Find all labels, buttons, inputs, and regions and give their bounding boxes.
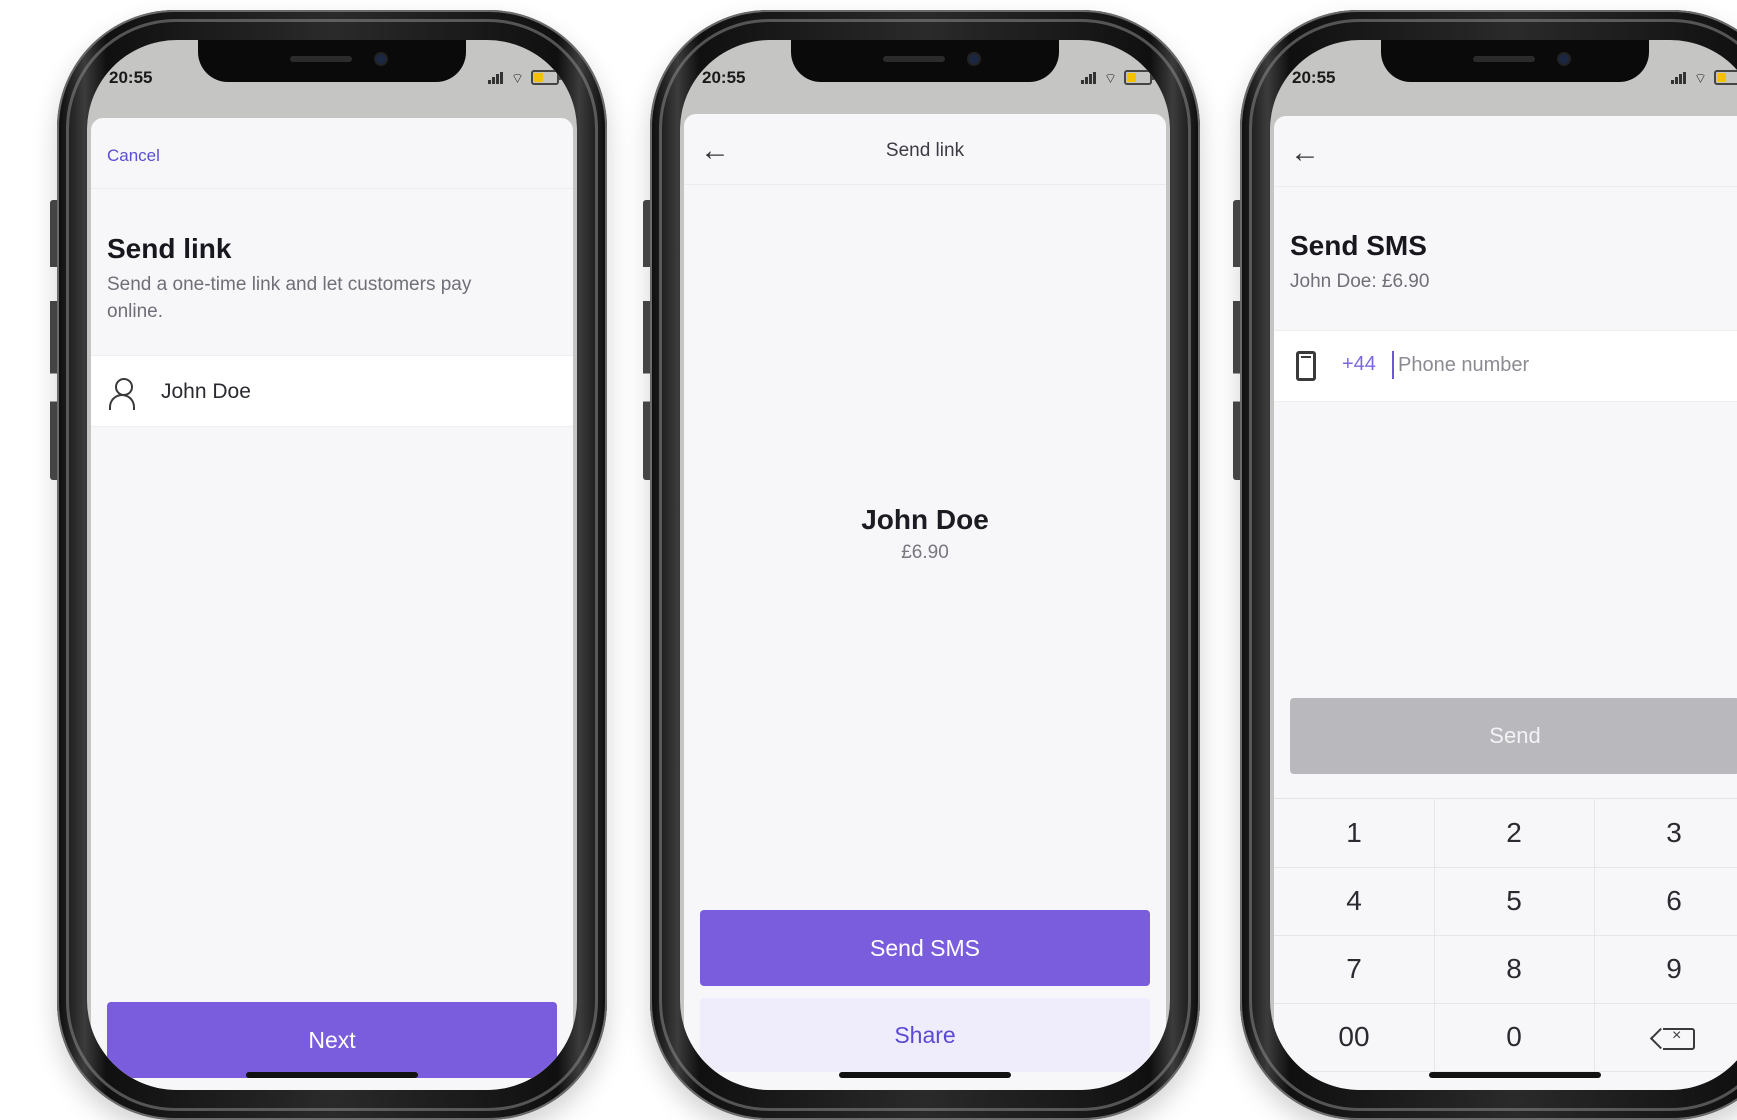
amount: £6.90 (901, 542, 949, 563)
top-bar: ← Send link (684, 114, 1166, 185)
page-title: Send SMS (1290, 230, 1427, 261)
key-1[interactable]: 1 (1274, 799, 1435, 868)
sheet: ← Send link John Doe £6.90 Send SMS Shar… (684, 114, 1166, 1090)
next-button[interactable]: Next (107, 1002, 557, 1078)
customer-name: John Doe (161, 380, 251, 403)
phone-frame-3: 20:55 ⌔ ← Send SMS John Doe: £6.90 +44 S… (1233, 10, 1737, 1120)
backspace-key[interactable]: × (1594, 1003, 1737, 1072)
phone-frame-2: 20:55 ⌔ ← Send link John Doe £6.90 Send … (643, 10, 1200, 1120)
home-indicator (1429, 1072, 1601, 1078)
signal-icon (1080, 71, 1097, 84)
status-icons: ⌔ (487, 69, 562, 86)
notch (198, 40, 466, 82)
key-9[interactable]: 9 (1594, 935, 1737, 1004)
signal-icon (1670, 71, 1687, 84)
customer-name: John Doe (861, 504, 989, 535)
phone-number-row[interactable]: +44 (1274, 330, 1737, 402)
key-00[interactable]: 00 (1274, 1003, 1435, 1072)
phone-number-input[interactable] (1398, 345, 1737, 385)
home-indicator (839, 1072, 1011, 1078)
key-4[interactable]: 4 (1274, 867, 1435, 936)
share-button[interactable]: Share (700, 998, 1150, 1072)
status-time: 20:55 (109, 68, 153, 87)
phone-frame-1: 20:55 ⌔ Cancel Send link Send a one-time… (50, 10, 607, 1120)
top-bar: Cancel (91, 118, 573, 189)
battery-icon (1714, 70, 1737, 85)
nav-title: Send link (885, 140, 965, 161)
key-3[interactable]: 3 (1594, 799, 1737, 868)
back-arrow-icon[interactable]: ← (1290, 138, 1320, 168)
status-time: 20:55 (702, 68, 746, 87)
person-icon (109, 378, 135, 410)
status-time: 20:55 (1292, 68, 1336, 87)
page-description: Send a one-time link and let customers p… (107, 274, 472, 322)
screen-send-link-options: 20:55 ⌔ ← Send link John Doe £6.90 Send … (680, 40, 1170, 1090)
key-5[interactable]: 5 (1434, 867, 1595, 936)
text-caret (1392, 351, 1394, 379)
key-0[interactable]: 0 (1434, 1003, 1595, 1072)
cancel-button[interactable]: Cancel (107, 146, 160, 166)
page-title: Send link (107, 233, 232, 264)
key-7[interactable]: 7 (1274, 935, 1435, 1004)
notch (1381, 40, 1649, 82)
send-sms-button[interactable]: Send SMS (700, 910, 1150, 986)
screen-send-sms: 20:55 ⌔ ← Send SMS John Doe: £6.90 +44 S… (1270, 40, 1737, 1090)
top-bar: ← (1274, 116, 1737, 187)
phone-icon (1296, 351, 1316, 381)
wifi-icon: ⌔ (1103, 69, 1117, 86)
country-code[interactable]: +44 (1342, 353, 1376, 376)
key-2[interactable]: 2 (1434, 799, 1595, 868)
backspace-icon: × (1663, 1027, 1695, 1050)
screen-send-link: 20:55 ⌔ Cancel Send link Send a one-time… (87, 40, 577, 1090)
sheet: ← Send SMS John Doe: £6.90 +44 Send 1 2 … (1274, 116, 1737, 1090)
battery-icon (531, 70, 562, 85)
wifi-icon: ⌔ (510, 69, 524, 86)
numeric-keypad: 1 2 3 4 5 6 7 8 9 00 0 × (1274, 798, 1737, 1072)
customer-row[interactable]: John Doe (91, 355, 573, 427)
send-button[interactable]: Send (1290, 698, 1737, 774)
wifi-icon: ⌔ (1693, 69, 1707, 86)
page-subtitle: John Doe: £6.90 (1290, 271, 1430, 292)
key-6[interactable]: 6 (1594, 867, 1737, 936)
home-indicator (246, 1072, 418, 1078)
battery-icon (1124, 70, 1155, 85)
notch (791, 40, 1059, 82)
signal-icon (487, 71, 504, 84)
sheet: Cancel Send link Send a one-time link an… (91, 118, 573, 1090)
key-8[interactable]: 8 (1434, 935, 1595, 1004)
status-icons: ⌔ (1080, 69, 1155, 86)
status-icons: ⌔ (1670, 69, 1737, 86)
